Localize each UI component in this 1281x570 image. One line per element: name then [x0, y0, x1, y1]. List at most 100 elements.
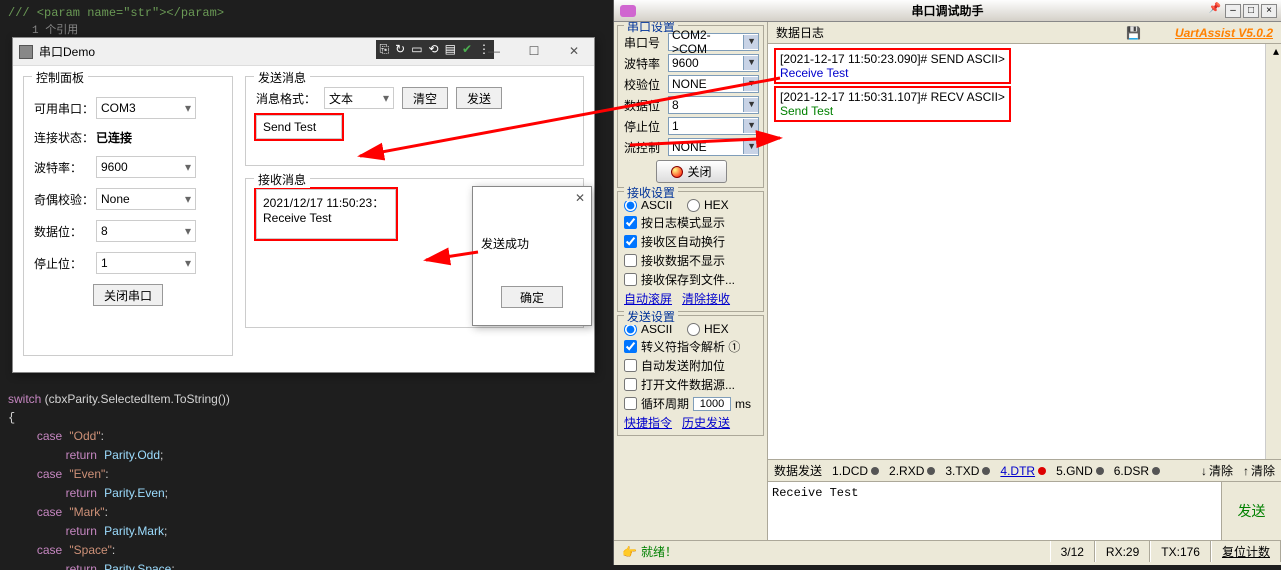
- send-input[interactable]: [256, 115, 342, 139]
- scrollbar[interactable]: ▴: [1265, 44, 1281, 459]
- logmode-check[interactable]: [624, 216, 637, 229]
- send-button[interactable]: 发送: [456, 87, 502, 109]
- signal-bar: 数据发送 1.DCD 2.RXD 3.TXD 4.DTR 5.GND 6.DSR…: [768, 460, 1281, 482]
- label: 数据位: [624, 97, 664, 114]
- save-check[interactable]: [624, 273, 637, 286]
- code-comment: /// <param name="str"></param>: [8, 4, 602, 22]
- hex-radio[interactable]: [687, 199, 700, 212]
- send-settings-group: 发送设置 ASCII HEX 转义符指令解析 ① 自动发送附加位 打开文件数据源…: [617, 315, 764, 436]
- cycle-input[interactable]: [693, 397, 731, 411]
- tool-icon[interactable]: ▤: [445, 42, 456, 57]
- ok-button[interactable]: 确定: [501, 286, 563, 308]
- openfile-check[interactable]: [624, 378, 637, 391]
- close-port-button[interactable]: 关闭串口: [93, 284, 163, 306]
- panel-title: 接收消息: [254, 171, 310, 188]
- parity-select[interactable]: None: [96, 188, 196, 210]
- label: 串口号: [624, 34, 664, 51]
- esc-check[interactable]: [624, 340, 637, 353]
- label: 校验位: [624, 76, 664, 93]
- maximize-icon[interactable]: □: [1243, 4, 1259, 18]
- label: 停止位: [624, 118, 664, 135]
- run-icon[interactable]: ✔: [462, 42, 472, 57]
- code-line: return Parity.Odd;: [8, 446, 602, 465]
- wrap-check[interactable]: [624, 235, 637, 248]
- clear-button[interactable]: 清空: [402, 87, 448, 109]
- data-select[interactable]: 8: [96, 220, 196, 242]
- flow-combo[interactable]: NONE▼: [668, 138, 759, 156]
- clear-down-button[interactable]: ↓ 清除: [1201, 462, 1233, 479]
- parity-combo[interactable]: NONE▼: [668, 75, 759, 93]
- minimize-icon[interactable]: –: [1225, 4, 1241, 18]
- pin-icon[interactable]: 📌: [1209, 3, 1221, 14]
- close-icon[interactable]: ✕: [554, 38, 594, 64]
- close-icon[interactable]: ✕: [575, 191, 585, 205]
- label: 自动发送附加位: [641, 357, 725, 374]
- log-title: 数据日志: [776, 24, 824, 41]
- log-area[interactable]: [2021-12-17 11:50:23.090]# SEND ASCII> R…: [768, 44, 1281, 460]
- msgbox-text: 发送成功: [481, 235, 583, 252]
- log-timestamp: [2021-12-17 11:50:31.107]# RECV ASCII>: [780, 90, 1005, 104]
- status-tx: TX:176: [1150, 541, 1211, 562]
- tool-icon[interactable]: ⎘: [380, 42, 390, 57]
- uart-sidebar: 串口设置 串口号COM2->COM▼ 波特率9600▼ 校验位NONE▼ 数据位…: [614, 22, 768, 540]
- close-port-button[interactable]: 关闭: [656, 160, 726, 183]
- uart-assist-window: 📌 串口调试助手 – □ × 串口设置 串口号COM2->COM▼ 波特率960…: [613, 0, 1281, 565]
- hide-check[interactable]: [624, 254, 637, 267]
- sig-rxd: 2.RXD: [889, 464, 935, 478]
- baud-combo[interactable]: 9600▼: [668, 54, 759, 72]
- stop-select[interactable]: 1: [96, 252, 196, 274]
- label: ms: [735, 397, 751, 411]
- group-title: 接收设置: [624, 184, 678, 201]
- code-line: case "Mark":: [8, 503, 602, 522]
- minimize-icon[interactable]: —: [474, 38, 514, 64]
- port-settings-group: 串口设置 串口号COM2->COM▼ 波特率9600▼ 校验位NONE▼ 数据位…: [617, 25, 764, 188]
- sig-txd: 3.TXD: [945, 464, 990, 478]
- stop-combo[interactable]: 1▼: [668, 117, 759, 135]
- sig-dtr[interactable]: 4.DTR: [1000, 464, 1046, 478]
- send-button[interactable]: 发送: [1221, 482, 1281, 540]
- baud-select[interactable]: 9600: [96, 156, 196, 178]
- maximize-icon[interactable]: ☐: [514, 38, 554, 64]
- clear-up-button[interactable]: ↑ 清除: [1243, 462, 1275, 479]
- recv-line: Receive Test: [263, 211, 389, 225]
- tool-icon[interactable]: ▭: [411, 42, 422, 57]
- code-line: case "Space":: [8, 541, 602, 560]
- label: 按日志模式显示: [641, 214, 725, 231]
- label: HEX: [704, 322, 729, 336]
- label: 打开文件数据源...: [641, 376, 735, 393]
- demo-titlebar[interactable]: 串口Demo ⎘ ↻ ▭ ⟲ ▤ ✔ ⋮ — ☐ ✕: [13, 38, 594, 66]
- code-line: return Parity.Space;: [8, 560, 602, 570]
- port-combo[interactable]: COM2->COM▼: [668, 33, 759, 51]
- autoscroll-link[interactable]: 自动滚屏: [624, 292, 672, 306]
- tool-icon[interactable]: ⟲: [429, 42, 439, 57]
- data-label: 数据位：: [34, 223, 96, 240]
- fmt-select[interactable]: 文本: [324, 87, 394, 109]
- code-line: switch (cbxParity.SelectedItem.ToString(…: [8, 390, 602, 409]
- history-link[interactable]: 历史发送: [682, 416, 730, 430]
- send-panel: 发送消息 消息格式： 文本 清空 发送: [245, 76, 584, 166]
- window-title: 串口Demo: [39, 43, 95, 60]
- hex-radio[interactable]: [687, 323, 700, 336]
- shortcut-link[interactable]: 快捷指令: [624, 416, 672, 430]
- brand-label[interactable]: UartAssist V5.0.2: [1175, 26, 1273, 40]
- recv-settings-group: 接收设置 ASCII HEX 按日志模式显示 接收区自动换行 接收数据不显示 接…: [617, 191, 764, 312]
- tool-icon[interactable]: ↻: [395, 42, 405, 57]
- label: HEX: [704, 198, 729, 212]
- sendbar-label: 数据发送: [774, 462, 822, 479]
- data-combo[interactable]: 8▼: [668, 96, 759, 114]
- ready-status: 👉 就绪！: [614, 543, 685, 560]
- uart-titlebar[interactable]: 📌 串口调试助手 – □ ×: [614, 0, 1281, 22]
- window-title: 串口调试助手: [911, 2, 983, 19]
- reset-count-link[interactable]: 复位计数: [1211, 541, 1281, 562]
- send-textarea[interactable]: Receive Test: [768, 482, 1221, 540]
- save-icon[interactable]: 💾: [1126, 26, 1141, 40]
- clear-recv-link[interactable]: 清除接收: [682, 292, 730, 306]
- close-icon[interactable]: ×: [1261, 4, 1277, 18]
- code-line: return Parity.Even;: [8, 484, 602, 503]
- append-check[interactable]: [624, 359, 637, 372]
- parity-label: 奇偶校验：: [34, 191, 96, 208]
- port-select[interactable]: COM3: [96, 97, 196, 119]
- status-count: 3/12: [1050, 541, 1095, 562]
- log-body: Receive Test: [780, 66, 1005, 80]
- cycle-check[interactable]: [624, 397, 637, 410]
